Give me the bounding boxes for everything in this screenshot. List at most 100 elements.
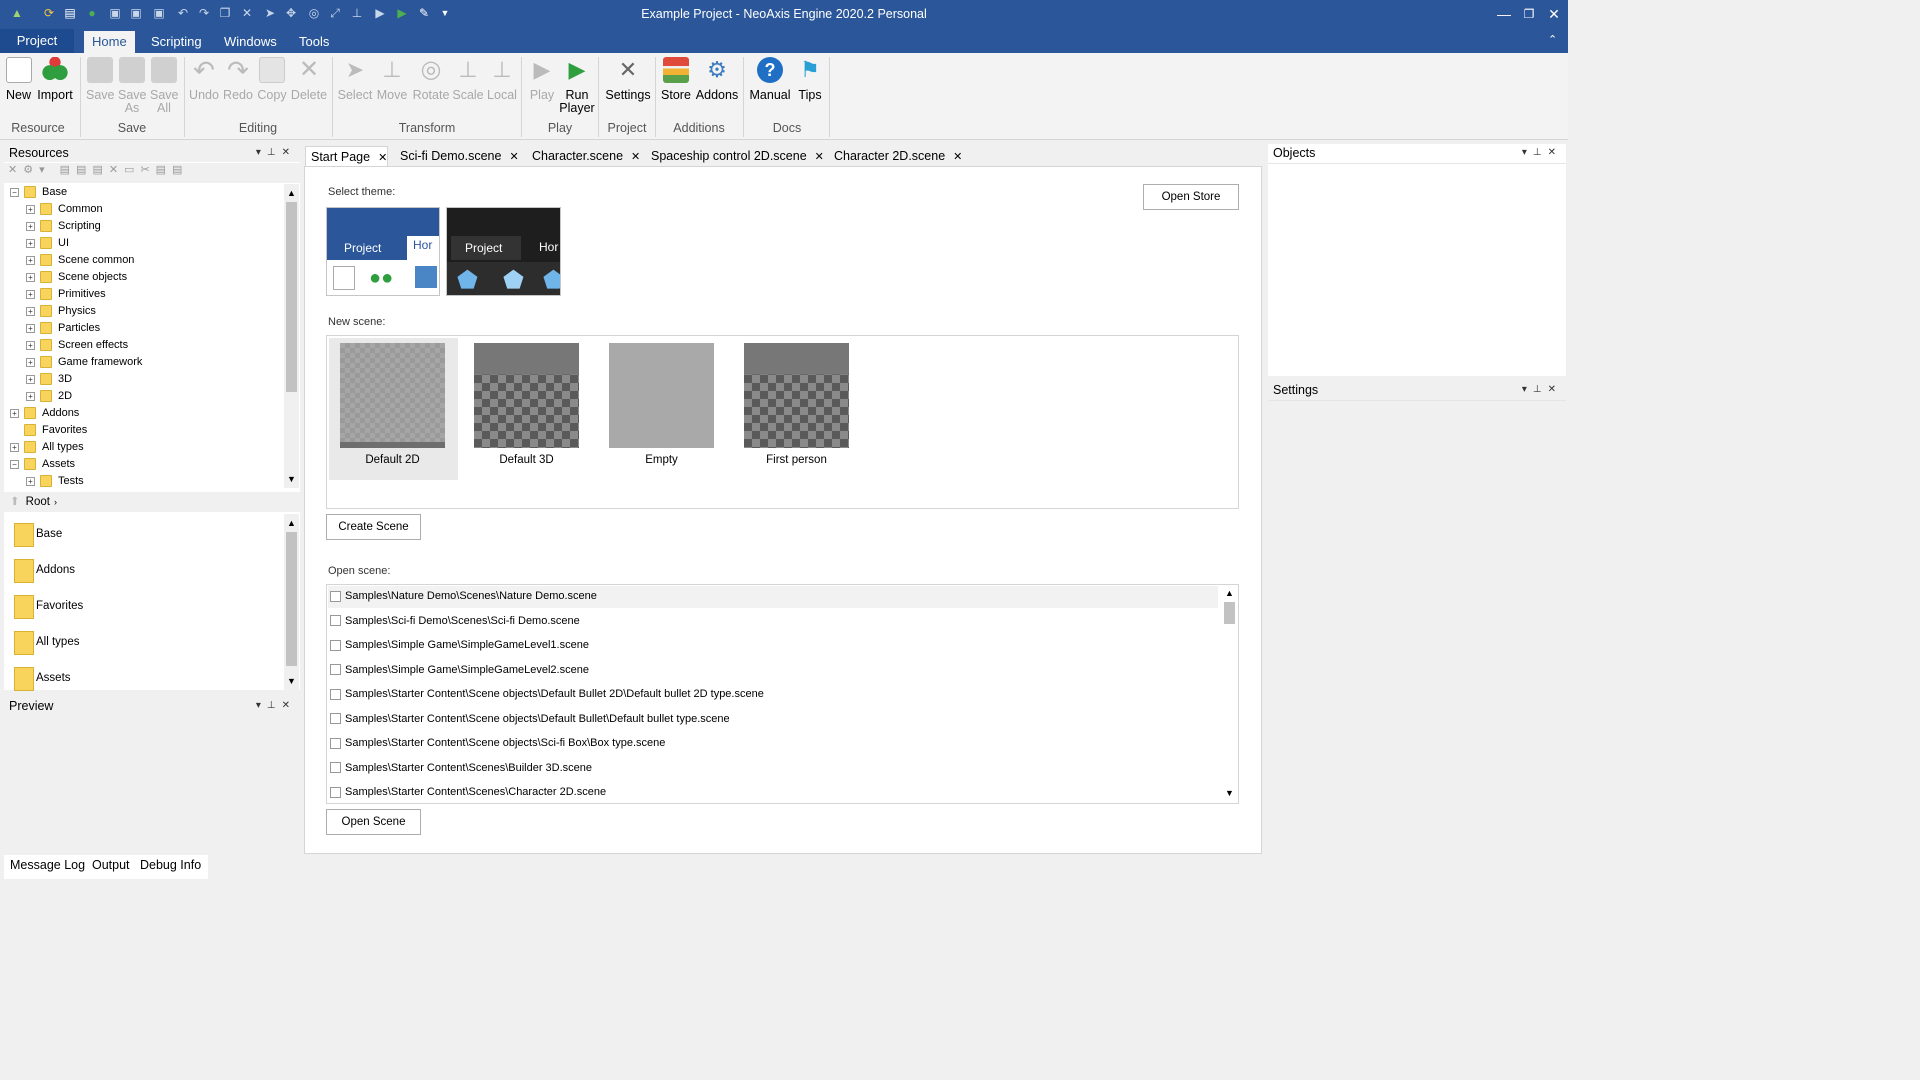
- open-scene-row[interactable]: Samples\Nature Demo\Scenes\Nature Demo.s…: [330, 584, 597, 608]
- scale-button[interactable]: ⊥ Scale: [452, 57, 484, 102]
- row-checkbox[interactable]: [330, 737, 341, 749]
- undo-button[interactable]: ↶ Undo: [188, 57, 220, 102]
- tab-tools[interactable]: Tools: [291, 31, 337, 53]
- theme-light[interactable]: Project Hor ●●: [326, 207, 440, 296]
- scroll-down-icon[interactable]: ▼: [287, 676, 296, 686]
- open-scene-row[interactable]: Samples\Starter Content\Scene objects\De…: [330, 682, 764, 706]
- copy-button[interactable]: Copy: [256, 57, 288, 102]
- redo-button[interactable]: ↷ Redo: [222, 57, 254, 102]
- expand-icon[interactable]: +: [26, 239, 35, 248]
- expand-icon[interactable]: +: [26, 358, 35, 367]
- tree-item[interactable]: + Game framework: [4, 354, 284, 371]
- expand-icon[interactable]: +: [26, 477, 35, 486]
- tab-debug-info[interactable]: Debug Info: [140, 858, 201, 872]
- store-button[interactable]: Store: [659, 57, 693, 102]
- panel-controls[interactable]: ▾⊥✕: [256, 144, 296, 162]
- tree-item[interactable]: + UI: [4, 235, 284, 252]
- doc-tab[interactable]: Spaceship control 2D.scene ✕: [646, 146, 824, 166]
- close-tab-icon[interactable]: ✕: [378, 152, 387, 164]
- tree-item[interactable]: + All types: [4, 439, 284, 456]
- expand-icon[interactable]: +: [10, 409, 19, 418]
- open-scene-row[interactable]: Samples\Starter Content\Scenes\Character…: [330, 780, 606, 804]
- row-checkbox[interactable]: [330, 590, 341, 602]
- expand-icon[interactable]: +: [26, 375, 35, 384]
- save-button[interactable]: Save: [86, 57, 115, 102]
- row-checkbox[interactable]: [330, 615, 341, 627]
- scene-default-3d[interactable]: Default 3D: [474, 343, 579, 466]
- tree-item[interactable]: Favorites: [4, 422, 284, 439]
- theme-dark[interactable]: Project Hor ⬟ ⬟ ⬟: [446, 207, 561, 296]
- scene-first-person[interactable]: First person: [744, 343, 849, 466]
- panel-controls[interactable]: ▾⊥✕: [1522, 381, 1562, 399]
- panel-controls[interactable]: ▾⊥✕: [256, 697, 296, 715]
- list-item[interactable]: All types: [4, 628, 284, 658]
- open-scene-row[interactable]: Samples\Starter Content\Scene objects\De…: [330, 707, 730, 731]
- row-checkbox[interactable]: [330, 713, 341, 725]
- breadcrumb[interactable]: ⬆ Root ›: [4, 492, 300, 512]
- expand-icon[interactable]: +: [26, 324, 35, 333]
- tips-button[interactable]: ⚑ Tips: [795, 57, 825, 102]
- settings-button[interactable]: ✕ Settings: [603, 57, 653, 102]
- resources-toolbar[interactable]: ✕⚙▾ ▤▤▤✕▭✂▤▤: [4, 163, 300, 183]
- save-as-button[interactable]: Save As: [118, 57, 147, 115]
- tab-message-log[interactable]: Message Log: [10, 858, 85, 872]
- scene-empty[interactable]: Empty: [609, 343, 714, 466]
- new-button[interactable]: New: [5, 57, 32, 102]
- expand-icon[interactable]: +: [26, 222, 35, 231]
- tree-item[interactable]: + Common: [4, 201, 284, 218]
- tree-item[interactable]: + Scripting: [4, 218, 284, 235]
- tree-scrollbar[interactable]: ▲ ▼: [284, 184, 299, 488]
- open-scene-row[interactable]: Samples\Starter Content\Scene objects\Sc…: [330, 731, 665, 755]
- create-scene-button[interactable]: Create Scene: [326, 514, 421, 540]
- tree-item[interactable]: + Scene objects: [4, 269, 284, 286]
- row-checkbox[interactable]: [330, 688, 341, 700]
- row-checkbox[interactable]: [330, 786, 341, 798]
- delete-button[interactable]: ✕ Delete: [290, 57, 328, 102]
- tree-item[interactable]: − Assets: [4, 456, 284, 473]
- local-button[interactable]: ⊥ Local: [485, 57, 519, 102]
- row-checkbox[interactable]: [330, 664, 341, 676]
- expand-icon[interactable]: +: [26, 205, 35, 214]
- tree-item[interactable]: +3D: [4, 371, 284, 388]
- collapse-ribbon-icon[interactable]: ⌃: [1548, 33, 1557, 46]
- tree-item[interactable]: + Physics: [4, 303, 284, 320]
- open-scene-scrollbar[interactable]: ▲ ▼: [1222, 586, 1237, 802]
- tab-output[interactable]: Output: [92, 858, 130, 872]
- open-scene-button[interactable]: Open Scene: [326, 809, 421, 835]
- manual-button[interactable]: ? Manual: [748, 57, 792, 102]
- tree-item[interactable]: − Base: [4, 184, 284, 201]
- breadcrumb-root[interactable]: Root: [26, 496, 50, 508]
- move-button[interactable]: ⊥ Move: [375, 57, 409, 102]
- tab-home[interactable]: Home: [84, 31, 135, 53]
- tree-item[interactable]: + Particles: [4, 320, 284, 337]
- run-player-button[interactable]: ▶ Run Player: [558, 57, 596, 115]
- tree-item[interactable]: + Tests: [4, 473, 284, 488]
- close-tab-icon[interactable]: ✕: [815, 151, 824, 163]
- scene-default-2d[interactable]: Default 2D: [340, 343, 445, 466]
- doc-tab[interactable]: Start Page ✕: [305, 146, 389, 166]
- doc-tab[interactable]: Character 2D.scene ✕: [829, 146, 962, 166]
- expand-icon[interactable]: +: [26, 290, 35, 299]
- expand-icon[interactable]: +: [26, 273, 35, 282]
- expand-icon[interactable]: +: [10, 443, 19, 452]
- up-arrow-icon[interactable]: ⬆: [10, 496, 20, 508]
- scroll-down-icon[interactable]: ▼: [1225, 788, 1234, 798]
- tab-windows[interactable]: Windows: [216, 31, 285, 53]
- open-scene-row[interactable]: Samples\Simple Game\SimpleGameLevel1.sce…: [330, 633, 589, 657]
- close-tab-icon[interactable]: ✕: [631, 151, 640, 163]
- close-tab-icon[interactable]: ✕: [953, 151, 962, 163]
- import-button[interactable]: Import: [36, 57, 74, 102]
- collapse-icon[interactable]: −: [10, 188, 19, 197]
- tree-item[interactable]: + Primitives: [4, 286, 284, 303]
- scroll-up-icon[interactable]: ▲: [287, 518, 296, 528]
- expand-icon[interactable]: +: [26, 256, 35, 265]
- save-all-button[interactable]: Save All: [150, 57, 179, 115]
- tree-item[interactable]: +2D: [4, 388, 284, 405]
- open-scene-row[interactable]: Samples\Simple Game\SimpleGameLevel2.sce…: [330, 658, 589, 682]
- collapse-icon[interactable]: −: [10, 460, 19, 469]
- tree-item[interactable]: + Screen effects: [4, 337, 284, 354]
- select-button[interactable]: ➤ Select: [337, 57, 373, 102]
- list-item[interactable]: Addons: [4, 556, 284, 586]
- open-scene-row[interactable]: Samples\Starter Content\Scenes\Builder 3…: [330, 756, 592, 780]
- play-button[interactable]: ▶ Play: [527, 57, 557, 102]
